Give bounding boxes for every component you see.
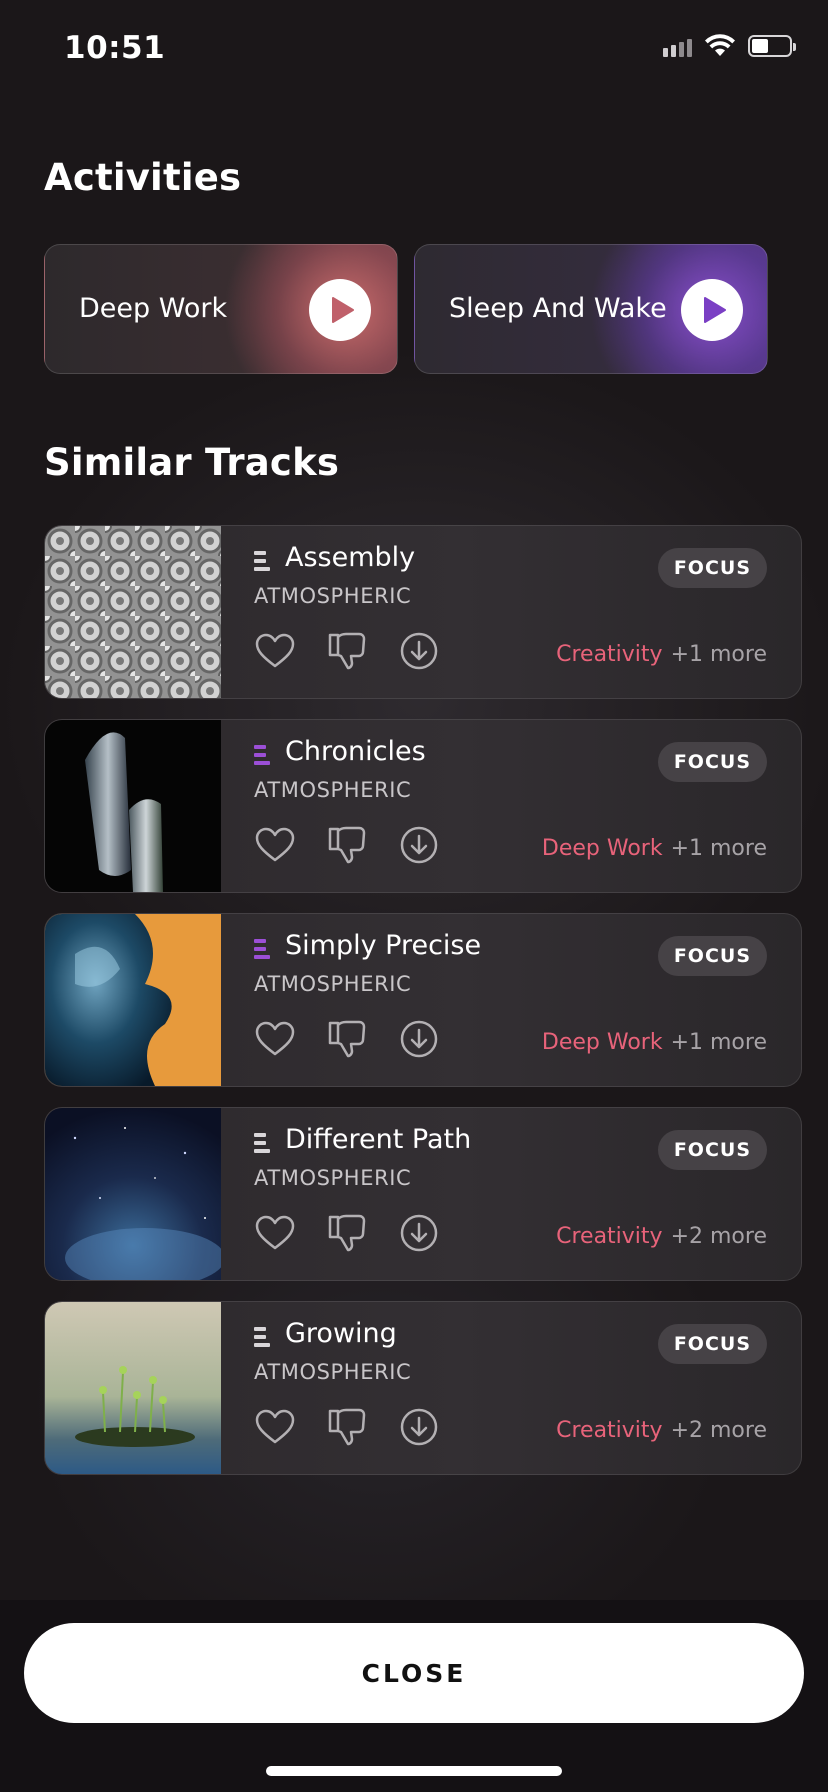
track-title: Growing [285, 1318, 397, 1349]
thumbs-down-icon [328, 1020, 366, 1058]
tag-primary[interactable]: Creativity [556, 1224, 662, 1249]
track-bars-icon [254, 1133, 270, 1153]
activities-title: Activities [44, 156, 242, 199]
track-tags: Creativity +1 more [556, 642, 767, 667]
track-tags: Deep Work +1 more [542, 836, 767, 861]
track-title: Simply Precise [285, 930, 482, 961]
dislike-button[interactable] [326, 630, 368, 672]
track-artwork [45, 720, 221, 892]
track-genre: ATMOSPHERIC [254, 972, 412, 996]
category-badge: FOCUS [657, 742, 767, 782]
signal-icon [663, 35, 692, 57]
tag-more[interactable]: +2 more [671, 1418, 767, 1443]
tag-more[interactable]: +1 more [671, 642, 767, 667]
track-card[interactable]: Simply Precise ATMOSPHERIC FOCUS Deep Wo… [44, 913, 802, 1087]
download-button[interactable] [398, 1406, 440, 1448]
download-icon [400, 826, 438, 864]
thumbs-down-icon [328, 826, 366, 864]
track-bars-icon [254, 1327, 270, 1347]
track-artwork [45, 1108, 221, 1280]
track-bars-icon [254, 551, 270, 571]
download-icon [400, 632, 438, 670]
track-title: Chronicles [285, 736, 426, 767]
play-button[interactable] [309, 279, 371, 341]
status-bar: 10:51 [0, 0, 828, 100]
activity-deep-work[interactable]: Deep Work [44, 244, 398, 374]
track-genre: ATMOSPHERIC [254, 778, 412, 802]
dislike-button[interactable] [326, 1406, 368, 1448]
download-button[interactable] [398, 630, 440, 672]
download-icon [400, 1020, 438, 1058]
track-actions [254, 1212, 440, 1254]
tag-more[interactable]: +1 more [671, 836, 767, 861]
track-genre: ATMOSPHERIC [254, 584, 412, 608]
tag-more[interactable]: +2 more [671, 1224, 767, 1249]
category-badge: FOCUS [657, 936, 767, 976]
heart-icon [255, 633, 295, 668]
play-icon [703, 297, 726, 323]
heart-icon [255, 1021, 295, 1056]
track-actions [254, 630, 440, 672]
heart-icon [255, 1215, 295, 1250]
tag-primary[interactable]: Deep Work [542, 1030, 663, 1055]
track-tags: Deep Work +1 more [542, 1030, 767, 1055]
activity-label: Deep Work [79, 293, 228, 324]
battery-level [752, 39, 768, 53]
like-button[interactable] [254, 824, 296, 866]
thumbs-down-icon [328, 1214, 366, 1252]
track-card[interactable]: Different Path ATMOSPHERIC FOCUS Creativ… [44, 1107, 802, 1281]
close-button[interactable]: CLOSE [24, 1623, 804, 1723]
track-tags: Creativity +2 more [556, 1418, 767, 1443]
track-artwork [45, 914, 221, 1086]
play-button[interactable] [681, 279, 743, 341]
track-tags: Creativity +2 more [556, 1224, 767, 1249]
tag-primary[interactable]: Creativity [556, 1418, 662, 1443]
wifi-icon [705, 34, 735, 56]
download-icon [400, 1408, 438, 1446]
play-icon [331, 297, 354, 323]
track-actions [254, 1018, 440, 1060]
thumbs-down-icon [328, 632, 366, 670]
download-button[interactable] [398, 824, 440, 866]
activity-sleep-and-wake[interactable]: Sleep And Wake [414, 244, 768, 374]
category-badge: FOCUS [657, 1324, 767, 1364]
dislike-button[interactable] [326, 1212, 368, 1254]
track-genre: ATMOSPHERIC [254, 1360, 412, 1384]
like-button[interactable] [254, 1406, 296, 1448]
tag-more[interactable]: +1 more [671, 1030, 767, 1055]
track-title: Assembly [285, 542, 416, 573]
dislike-button[interactable] [326, 824, 368, 866]
like-button[interactable] [254, 630, 296, 672]
battery-icon [748, 35, 796, 57]
track-card[interactable]: Assembly ATMOSPHERIC FOCUS Creativity +1 … [44, 525, 802, 699]
heart-icon [255, 827, 295, 862]
thumbs-down-icon [328, 1408, 366, 1446]
track-artwork [45, 1302, 221, 1474]
track-artwork [45, 526, 221, 698]
tag-primary[interactable]: Deep Work [542, 836, 663, 861]
track-card[interactable]: Growing ATMOSPHERIC FOCUS Creativity +2 m… [44, 1301, 802, 1475]
activity-label: Sleep And Wake [449, 293, 667, 324]
status-icons [663, 34, 796, 58]
category-badge: FOCUS [657, 1130, 767, 1170]
download-button[interactable] [398, 1018, 440, 1060]
track-card[interactable]: Chronicles ATMOSPHERIC FOCUS Deep Work +1… [44, 719, 802, 893]
track-actions [254, 824, 440, 866]
download-icon [400, 1214, 438, 1252]
track-bars-icon [254, 745, 270, 765]
track-genre: ATMOSPHERIC [254, 1166, 412, 1190]
track-title: Different Path [285, 1124, 472, 1155]
similar-tracks-title: Similar Tracks [44, 441, 340, 484]
status-time: 10:51 [64, 30, 166, 66]
like-button[interactable] [254, 1018, 296, 1060]
download-button[interactable] [398, 1212, 440, 1254]
category-badge: FOCUS [657, 548, 767, 588]
tag-primary[interactable]: Creativity [556, 642, 662, 667]
heart-icon [255, 1409, 295, 1444]
like-button[interactable] [254, 1212, 296, 1254]
track-bars-icon [254, 939, 270, 959]
home-indicator[interactable] [266, 1766, 562, 1776]
dislike-button[interactable] [326, 1018, 368, 1060]
track-actions [254, 1406, 440, 1448]
